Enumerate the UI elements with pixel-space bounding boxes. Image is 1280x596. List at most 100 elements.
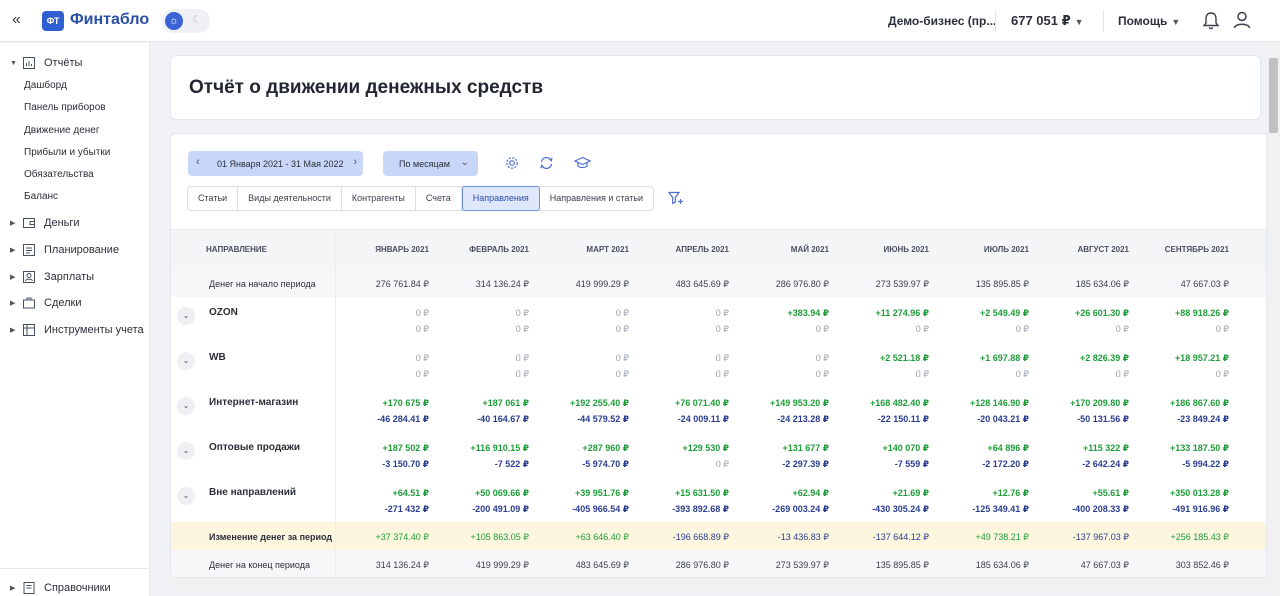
table-cell: -44 579.52 ₽ [577,414,629,424]
table-cell: -5 974.70 ₽ [582,459,629,469]
table-cell: +55.61 ₽ [1092,488,1129,498]
tab-accounts[interactable]: Счета [416,187,462,210]
tab-activity-types[interactable]: Виды деятельности [238,187,342,210]
table-cell: -405 966.54 ₽ [572,504,629,514]
graduation-cap-icon[interactable] [574,156,591,170]
table-cell: 0 ₽ [415,353,429,363]
horizontal-scrollbar[interactable] [170,578,1267,588]
business-selector[interactable]: Демо-бизнес (пр... [888,14,996,28]
bell-icon[interactable] [1203,12,1219,30]
chevron-right-icon[interactable]: › [353,156,357,168]
scrollbar-thumb[interactable] [1269,58,1278,133]
chevron-down-icon[interactable]: ⌄ [177,442,195,460]
column-header-month: ИЮНЬ 2021 [883,245,929,254]
collapse-sidebar-icon[interactable]: « [12,11,21,29]
sidebar-item-reports[interactable]: ▼ Отчёты [10,56,82,70]
table-cell: -491 916.96 ₽ [1172,504,1229,514]
table-cell: 273 539.97 ₽ [875,279,929,289]
sidebar-subitem-panel[interactable]: Панель приборов [24,102,106,113]
table-cell: 0 ₽ [1015,369,1029,379]
table-cell: +15 631.50 ₽ [674,488,729,498]
chevron-down-icon[interactable]: ⌄ [177,487,195,505]
sidebar-subitem-cashflow[interactable]: Движение денег [24,125,100,136]
table-cell: -23 849.24 ₽ [1177,414,1229,424]
table-cell: +149 953.20 ₽ [769,398,829,408]
sidebar-item-references[interactable]: ▶ Справочники [10,581,111,595]
sidebar-item-money[interactable]: ▶ Деньги [10,216,80,230]
table-cell: -196 668.89 ₽ [672,532,729,542]
date-range-picker[interactable]: ‹ 01 Января 2021 - 31 Мая 2022 › [188,151,363,176]
refresh-icon[interactable] [539,156,554,170]
table-cell: +2 521.18 ₽ [879,353,929,363]
table-cell: -2 297.39 ₽ [782,459,829,469]
sidebar-item-planning[interactable]: ▶ Планирование [10,243,119,257]
table-cell: +1 697.88 ₽ [979,353,1029,363]
period-select[interactable]: По месяцам ⌄ [383,151,478,176]
table-cell: +11 274.96 ₽ [875,308,929,318]
sidebar-item-label: Инструменты учета [44,324,144,336]
table-cell: +186 867.60 ₽ [1169,398,1229,408]
sidebar-item-label: Планирование [44,244,120,256]
sidebar-item-tools[interactable]: ▶ Инструменты учета [10,323,144,337]
sidebar-item-label: Справочники [44,582,111,594]
table-cell: +116 910.15 ₽ [470,443,529,453]
tab-articles[interactable]: Статьи [188,187,239,210]
sidebar: ▼ Отчёты Дашборд Панель приборов Движени… [0,43,150,596]
table-cell: 0 ₽ [715,459,729,469]
sidebar-item-deals[interactable]: ▶ Сделки [10,296,82,310]
balance-value: 677 051 ₽ [1011,13,1071,28]
table-cell: +187 502 ₽ [382,443,429,453]
table-cell: +256 185.43 ₽ [1170,532,1229,542]
table-cell: -7 559 ₽ [894,459,929,469]
balance-dropdown[interactable]: 677 051 ₽ ▼ [1011,13,1084,29]
tab-counterparties[interactable]: Контрагенты [342,187,416,210]
sidebar-item-salaries[interactable]: ▶ Зарплаты [10,270,94,284]
wallet-icon [23,218,35,228]
sidebar-subitem-dashboard[interactable]: Дашборд [24,80,67,91]
help-dropdown[interactable]: Помощь ▼ [1118,14,1180,28]
table-cell: 286 976.80 ₽ [675,560,729,570]
table-cell: 0 ₽ [415,308,429,318]
tab-directions[interactable]: Направления [461,186,540,211]
chevron-down-icon: ⌄ [460,157,469,168]
vertical-scrollbar[interactable] [1267,43,1280,596]
sidebar-subitem-balance[interactable]: Баланс [24,191,58,202]
column-header-month: МАРТ 2021 [586,245,629,254]
filter-add-icon[interactable] [668,191,684,205]
table-cell: -24 009.11 ₽ [677,414,729,424]
table-cell: +21.69 ₽ [892,488,929,498]
chevron-down-icon[interactable]: ⌄ [177,352,195,370]
theme-toggle[interactable]: ☼ ☾ [162,9,210,33]
user-icon[interactable] [1233,11,1251,29]
table-cell: 273 539.97 ₽ [775,560,829,570]
chevron-down-icon[interactable]: ⌄ [177,307,195,325]
table-cell: -2 172.20 ₽ [982,459,1029,469]
direction-name: OZON [209,307,238,318]
column-header-month: СЕНТЯБРЬ 2021 [1164,245,1229,254]
logo-text[interactable]: Финтабло [70,11,149,29]
row-label: Денег на начало периода [209,279,316,289]
table-cell: +49 738.21 ₽ [975,532,1029,542]
table-icon [23,324,35,336]
table-cell: -200 491.09 ₽ [472,504,529,514]
chevron-right-icon: ▶ [10,274,16,281]
period-label: По месяцам [399,159,450,169]
table-cell: +170 675 ₽ [382,398,429,408]
sun-icon: ☼ [165,12,183,30]
table-cell: 0 ₽ [615,353,629,363]
chevron-left-icon[interactable]: ‹ [196,156,200,168]
table-cell: -40 164.67 ₽ [477,414,529,424]
table-cell: 0 ₽ [715,324,729,334]
table-cell: 0 ₽ [715,308,729,318]
table-cell: +168 482.40 ₽ [869,398,929,408]
tab-directions-and-articles[interactable]: Направления и статьи [540,187,653,210]
title-card: Отчёт о движении денежных средств [170,55,1261,120]
table-cell: 0 ₽ [1115,369,1129,379]
direction-name: WB [209,352,226,363]
chevron-down-icon[interactable]: ⌄ [177,397,195,415]
settings-icon[interactable] [505,156,519,170]
date-range-label: 01 Января 2021 - 31 Мая 2022 [217,159,344,169]
table-cell: +50 069.66 ₽ [474,488,529,498]
sidebar-subitem-pnl[interactable]: Прибыли и убытки [24,147,110,158]
sidebar-subitem-liabilities[interactable]: Обязательства [24,169,94,180]
